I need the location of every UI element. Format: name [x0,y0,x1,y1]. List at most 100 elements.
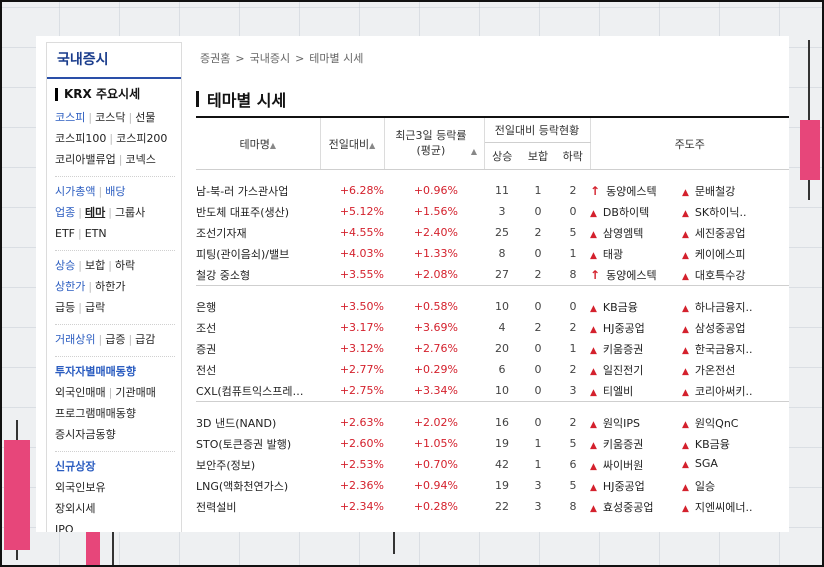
table-row[interactable]: 전선 +2.77% +0.29% 6 0 2 ▲ 일진전기 ▲ 가온전선 [196,359,789,380]
theme-name[interactable]: 전력설비 [196,496,320,517]
link-konex[interactable]: 코넥스 [125,153,155,166]
table-row[interactable]: 은행 +3.50% +0.58% 10 0 0 ▲ KB금융 ▲ 하나금융지.. [196,296,789,317]
link-foreign-trading[interactable]: 외국인매매 [55,386,106,399]
leading-stock-1[interactable]: DB하이텍 [603,206,649,219]
link-dividend[interactable]: 배당 [105,185,125,198]
leading-stock-2[interactable]: SK하이닉.. [695,206,747,219]
link-theme[interactable]: 테마 [85,206,105,219]
theme-name[interactable]: 피팅(관이음쇠)/밸브 [196,243,320,264]
leading-stock-2[interactable]: 세진중공업 [695,227,746,240]
leading-stock-1[interactable]: HJ중공업 [603,322,645,335]
ipo-heading[interactable]: 신규상장 [55,456,181,477]
link-kospi100[interactable]: 코스피100 [55,132,106,145]
table-row[interactable]: 3D 낸드(NAND) +2.63% +2.02% 16 0 2 ▲ 원익IPS ▲ 원익QnC [196,412,789,433]
link-plunge[interactable]: 급락 [85,301,105,314]
leading-stock-2[interactable]: 원익QnC [695,417,739,430]
leading-stock-1[interactable]: 삼영엠텍 [603,227,643,240]
theme-name[interactable]: STO(토큰증권 발행) [196,433,320,454]
leading-stock-1[interactable]: 효성중공업 [603,501,654,514]
link-lower-limit[interactable]: 하한가 [95,280,125,293]
table-row[interactable]: STO(토큰증권 발행) +2.60% +1.05% 19 1 5 ▲ 키움증권 ▲ KB금융 [196,433,789,454]
leading-stock-2[interactable]: KB금융 [695,438,730,451]
link-group[interactable]: 그룹사 [115,206,145,219]
leading-stock-1[interactable]: 싸이버원 [603,459,643,472]
theme-name[interactable]: 증권 [196,338,320,359]
table-row[interactable]: 피팅(관이음쇠)/밸브 +4.03% +1.33% 8 0 1 ▲ 태광 ▲ 케이에스피 [196,243,789,264]
table-row[interactable]: 조선 +3.17% +3.69% 4 2 2 ▲ HJ중공업 ▲ 삼성중공업 [196,317,789,338]
theme-name[interactable]: 보안주(정보) [196,454,320,475]
link-market-funds[interactable]: 증시자금동향 [55,424,181,445]
theme-name[interactable]: 전선 [196,359,320,380]
leading-stock-2[interactable]: 일승 [695,480,715,493]
table-row[interactable]: 조선기자재 +4.55% +2.40% 25 2 5 ▲ 삼영엠텍 ▲ 세진중공업 [196,222,789,243]
theme-name[interactable]: 남-북-러 가스관사업 [196,180,320,201]
link-upper-limit[interactable]: 상한가 [55,280,85,293]
theme-name[interactable]: 3D 낸드(NAND) [196,412,320,433]
leading-stock-2[interactable]: 케이에스피 [695,248,746,261]
table-row[interactable]: 남-북-러 가스관사업 +6.28% +0.96% 11 1 2 ↑ 동양에스텍 ▲ 문배철강 [196,180,789,201]
link-surge[interactable]: 급등 [55,301,75,314]
link-kospi200[interactable]: 코스피200 [116,132,167,145]
leading-stock-1[interactable]: 동양에스텍 [606,185,657,198]
link-etf[interactable]: ETF [55,227,75,240]
table-row[interactable]: 전력설비 +2.34% +0.28% 22 3 8 ▲ 효성중공업 ▲ 지엔씨에너.. [196,496,789,517]
leading-stock-1[interactable]: 키움증권 [603,438,643,451]
table-row[interactable]: 증권 +3.12% +2.76% 20 0 1 ▲ 키움증권 ▲ 한국금융지.. [196,338,789,359]
leading-stock-1[interactable]: 원익IPS [603,417,640,430]
table-row[interactable]: 보안주(정보) +2.53% +0.70% 42 1 6 ▲ 싸이버원 ▲ SGA [196,454,789,475]
col-change[interactable]: 전일대비▲ [320,117,385,170]
col-theme-name[interactable]: 테마명▲ [196,117,321,170]
krx-heading[interactable]: KRX 주요시세 [55,88,181,101]
leading-stock-1[interactable]: 티엘비 [603,385,633,398]
leading-stock-2[interactable]: 한국금융지.. [695,343,753,356]
leading-stock-1[interactable]: 동양에스텍 [606,269,657,282]
leading-stock-2[interactable]: 가온전선 [695,364,735,377]
link-kosdaq[interactable]: 코스닥 [95,111,125,124]
link-futures[interactable]: 선물 [135,111,155,124]
link-rise[interactable]: 상승 [55,259,75,272]
link-kospi[interactable]: 코스피 [55,111,85,124]
breadcrumb-domestic[interactable]: 국내증시 [250,52,290,65]
theme-name[interactable]: CXL(컴퓨트익스프레… [196,380,320,402]
link-institution-trading[interactable]: 기관매매 [115,386,155,399]
link-volume-surge[interactable]: 급증 [105,333,125,346]
leading-stock-2[interactable]: 하나금융지.. [695,301,753,314]
link-market-cap[interactable]: 시가총액 [55,185,95,198]
leading-stock-2[interactable]: 문배철강 [695,185,735,198]
link-sector[interactable]: 업종 [55,206,75,219]
theme-name[interactable]: 은행 [196,296,320,317]
sidebar-title[interactable]: 국내증시 [47,43,181,79]
link-fall[interactable]: 하락 [115,259,135,272]
link-otc-prices[interactable]: 장외시세 [55,498,181,519]
leading-stock-1[interactable]: HJ중공업 [603,480,645,493]
link-program-trading[interactable]: 프로그램매매동향 [55,403,181,424]
col-3day-avg[interactable]: 최근3일 등락률(평균) ▲ [384,117,485,170]
breadcrumb-home[interactable]: 증권홈 [200,52,230,65]
link-etn[interactable]: ETN [85,227,107,240]
table-row[interactable]: 철강 중소형 +3.55% +2.08% 27 2 8 ↑ 동양에스텍 ▲ 대호특수강 [196,264,789,286]
leading-stock-2[interactable]: 삼성중공업 [695,322,746,335]
theme-name[interactable]: 조선 [196,317,320,338]
link-volume-drop[interactable]: 급감 [135,333,155,346]
investor-heading[interactable]: 투자자별매매동향 [55,361,181,382]
leading-stock-1[interactable]: 키움증권 [603,343,643,356]
leading-stock-2[interactable]: 지엔씨에너.. [695,501,753,514]
leading-stock-2[interactable]: 코리아써키.. [695,385,753,398]
link-korea-valueup[interactable]: 코리아밸류업 [55,153,116,166]
link-foreign-holding[interactable]: 외국인보유 [55,477,181,498]
table-row[interactable]: 반도체 대표주(생산) +5.12% +1.56% 3 0 0 ▲ DB하이텍 ▲ SK하이닉.. [196,201,789,222]
theme-name[interactable]: 조선기자재 [196,222,320,243]
link-top-volume[interactable]: 거래상위 [55,333,95,346]
link-flat[interactable]: 보합 [85,259,105,272]
leading-stock-2[interactable]: 대호특수강 [695,269,746,282]
theme-name[interactable]: LNG(액화천연가스) [196,475,320,496]
link-ipo[interactable]: IPO [55,519,181,532]
leading-stock-1[interactable]: 일진전기 [603,364,643,377]
leading-stock-1[interactable]: 태광 [603,248,623,261]
theme-name[interactable]: 철강 중소형 [196,264,320,286]
leading-stock-2[interactable]: SGA [695,457,718,470]
leading-stock-1[interactable]: KB금융 [603,301,638,314]
table-row[interactable]: LNG(액화천연가스) +2.36% +0.94% 19 3 5 ▲ HJ중공업 ▲ 일승 [196,475,789,496]
table-row[interactable]: CXL(컴퓨트익스프레… +2.75% +3.34% 10 0 3 ▲ 티엘비 ▲ 코리아써키.. [196,380,789,402]
theme-name[interactable]: 반도체 대표주(생산) [196,201,320,222]
